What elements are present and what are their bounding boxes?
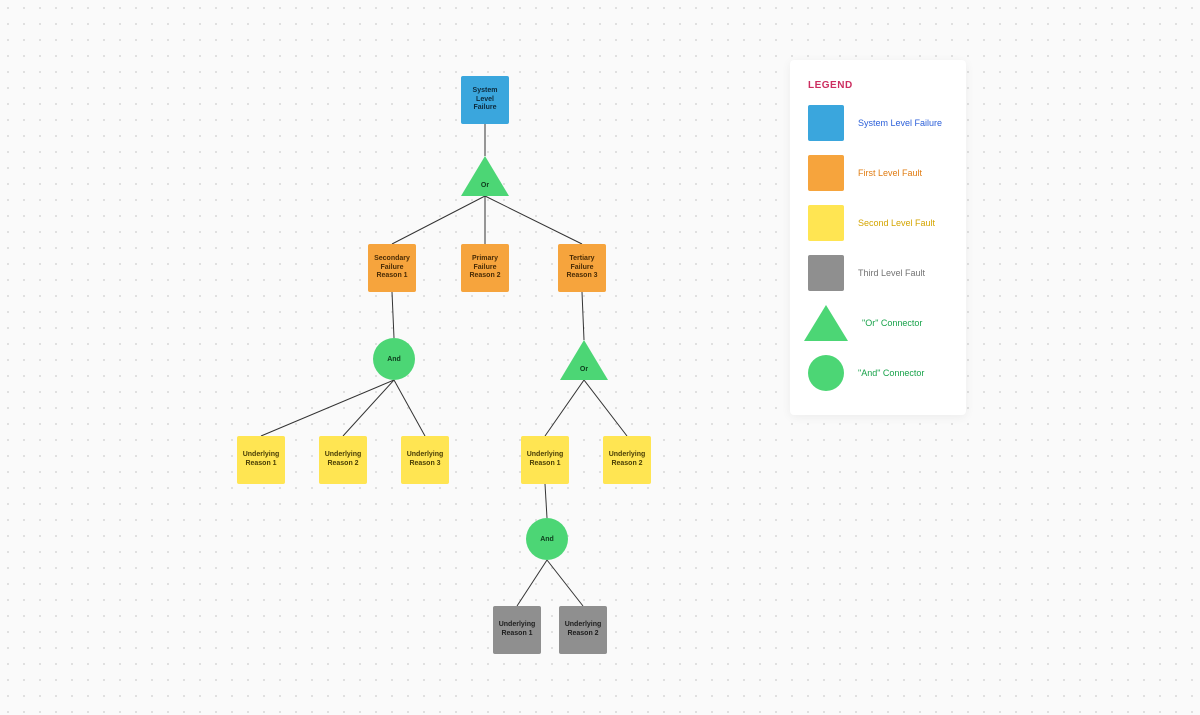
swatch-orange [808, 155, 844, 191]
node-label: Tertiary Failure Reason 3 [562, 255, 602, 281]
node-system-level-failure[interactable]: System Level Failure [461, 76, 509, 124]
node-second-b2[interactable]: Underlying Reason 2 [603, 436, 651, 484]
legend-item-or: "Or" Connector [808, 305, 948, 341]
circle-icon [808, 355, 844, 391]
node-label: Secondary Failure Reason 1 [372, 255, 412, 281]
node-label: Underlying Reason 2 [563, 621, 603, 639]
swatch-grey [808, 255, 844, 291]
legend-label: Third Level Fault [858, 268, 925, 278]
node-label: Underlying Reason 2 [323, 451, 363, 469]
node-second-a3[interactable]: Underlying Reason 3 [401, 436, 449, 484]
triangle-icon [461, 156, 509, 196]
or-gate-2[interactable]: Or [560, 340, 608, 384]
node-label: Underlying Reason 1 [525, 451, 565, 469]
gate-label: And [387, 356, 401, 363]
node-fault-3[interactable]: Tertiary Failure Reason 3 [558, 244, 606, 292]
legend-item-third: Third Level Fault [808, 255, 948, 291]
node-fault-2[interactable]: Primary Failure Reason 2 [461, 244, 509, 292]
node-second-a1[interactable]: Underlying Reason 1 [237, 436, 285, 484]
swatch-blue [808, 105, 844, 141]
node-label: Primary Failure Reason 2 [465, 255, 505, 281]
node-label: Underlying Reason 3 [405, 451, 445, 469]
legend-item-first: First Level Fault [808, 155, 948, 191]
legend-item-system: System Level Failure [808, 105, 948, 141]
node-third-c2[interactable]: Underlying Reason 2 [559, 606, 607, 654]
legend-label: Second Level Fault [858, 218, 935, 228]
legend-label: First Level Fault [858, 168, 922, 178]
swatch-yellow [808, 205, 844, 241]
legend-label: "Or" Connector [862, 318, 922, 328]
legend-panel: LEGEND System Level Failure First Level … [790, 60, 966, 415]
node-second-b1[interactable]: Underlying Reason 1 [521, 436, 569, 484]
node-label: Underlying Reason 1 [497, 621, 537, 639]
legend-item-second: Second Level Fault [808, 205, 948, 241]
gate-label: Or [481, 182, 489, 189]
and-gate-2[interactable]: And [526, 518, 568, 560]
node-label: Underlying Reason 1 [241, 451, 281, 469]
node-label: System Level Failure [465, 87, 505, 113]
or-gate-1[interactable]: Or [461, 156, 509, 200]
triangle-icon [560, 340, 608, 380]
node-second-a2[interactable]: Underlying Reason 2 [319, 436, 367, 484]
and-gate-1[interactable]: And [373, 338, 415, 380]
legend-label: System Level Failure [858, 118, 942, 128]
legend-title: LEGEND [808, 80, 948, 91]
node-fault-1[interactable]: Secondary Failure Reason 1 [368, 244, 416, 292]
diagram-canvas[interactable]: System Level Failure Or Secondary Failur… [0, 0, 1200, 715]
legend-item-and: "And" Connector [808, 355, 948, 391]
gate-label: Or [580, 366, 588, 373]
triangle-icon [804, 305, 848, 341]
legend-label: "And" Connector [858, 368, 924, 378]
gate-label: And [540, 536, 554, 543]
node-label: Underlying Reason 2 [607, 451, 647, 469]
node-third-c1[interactable]: Underlying Reason 1 [493, 606, 541, 654]
